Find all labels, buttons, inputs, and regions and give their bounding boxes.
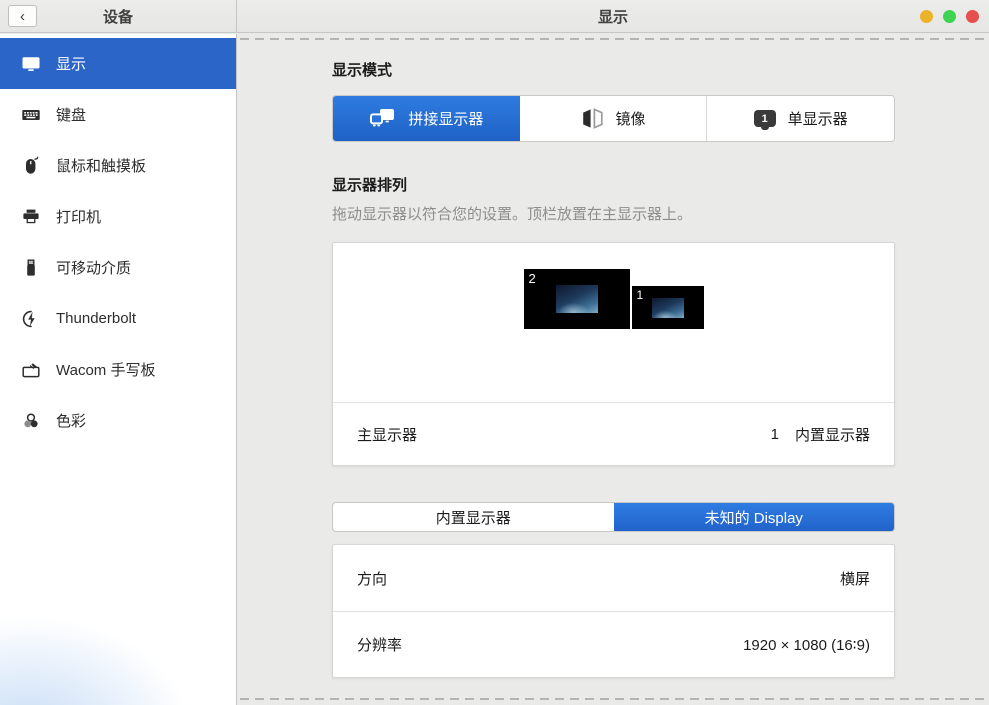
tab-label: 内置显示器: [436, 507, 511, 528]
monitor-selector-tabs: 内置显示器 未知的 Display: [332, 502, 895, 532]
mode-mirror-button[interactable]: 镜像: [520, 96, 707, 141]
arrangement-hint: 拖动显示器以符合您的设置。顶栏放置在主显示器上。: [332, 207, 895, 223]
mirror-icon: [581, 108, 604, 129]
back-button[interactable]: ‹: [8, 5, 37, 27]
resolution-row[interactable]: 分辨率 1920 × 1080 (16∶9): [333, 611, 894, 677]
mode-single-display-button[interactable]: 1 单显示器: [706, 96, 894, 141]
tab-unknown-display[interactable]: 未知的 Display: [614, 503, 895, 531]
display-panel: 显示模式 拼接显示器 镜像 1: [238, 34, 989, 705]
mode-option-label: 单显示器: [788, 108, 848, 129]
mouse-icon: [21, 156, 41, 176]
single-display-number: 1: [762, 113, 768, 125]
thunderbolt-icon: [21, 309, 41, 329]
color-icon: [21, 411, 41, 431]
display-icon: [21, 54, 41, 74]
tab-label: 未知的 Display: [705, 507, 803, 528]
sidebar-item-label: 鼠标和触摸板: [56, 155, 146, 176]
display-mode-heading: 显示模式: [332, 63, 895, 79]
sidebar-item-mouse-touchpad[interactable]: 鼠标和触摸板: [0, 140, 236, 191]
arrangement-heading: 显示器排列: [332, 178, 895, 194]
primary-display-label: 主显示器: [357, 424, 417, 445]
sidebar-item-label: Wacom 手写板: [56, 359, 155, 380]
display-thumbnail-1[interactable]: 1: [632, 286, 704, 329]
wallpaper-preview: [652, 298, 684, 318]
sidebar-item-display[interactable]: 显示: [0, 38, 236, 89]
display-number-label: 2: [529, 271, 536, 286]
devices-title: 设备: [103, 6, 133, 27]
sidebar-item-keyboard[interactable]: 键盘: [0, 89, 236, 140]
sidebar-item-label: 键盘: [56, 104, 86, 125]
sidebar-item-label: 显示: [56, 53, 86, 74]
sidebar-item-label: 打印机: [56, 206, 101, 227]
maximize-button[interactable]: [943, 10, 956, 23]
removable-media-icon: [21, 258, 41, 278]
primary-display-number: 1: [771, 426, 779, 443]
page-title: 显示: [598, 6, 628, 27]
arrangement-card: 2 1 主显示器 1 内置显示器: [332, 242, 895, 466]
orientation-row[interactable]: 方向 横屏: [333, 545, 894, 611]
sidebar-item-printers[interactable]: 打印机: [0, 191, 236, 242]
orientation-label: 方向: [357, 568, 387, 589]
keyboard-icon: [21, 105, 41, 125]
display-mode-control: 拼接显示器 镜像 1 单显示器: [332, 95, 895, 142]
header-bar: ‹ 设备 显示: [0, 0, 989, 33]
display-thumbnails: 2 1: [333, 269, 894, 329]
sidebar-item-label: 色彩: [56, 410, 86, 431]
wallpaper-preview: [556, 285, 598, 313]
primary-display-name: 内置显示器: [795, 424, 870, 445]
sidebar-item-color[interactable]: 色彩: [0, 395, 236, 446]
mode-join-displays-button[interactable]: 拼接显示器: [333, 96, 520, 141]
orientation-value: 横屏: [840, 568, 870, 589]
tab-builtin-display[interactable]: 内置显示器: [333, 503, 614, 531]
join-displays-icon: [369, 108, 396, 130]
content-header: 显示: [237, 0, 989, 32]
mode-option-label: 拼接显示器: [408, 108, 483, 129]
wacom-tablet-icon: [21, 360, 41, 380]
sidebar-item-label: Thunderbolt: [56, 310, 136, 327]
sidebar: 显示 键盘 鼠标和触摸板 打印机 可移动介质: [0, 34, 237, 705]
primary-display-row[interactable]: 主显示器 1 内置显示器: [333, 402, 894, 465]
sidebar-item-wacom-tablet[interactable]: Wacom 手写板: [0, 344, 236, 395]
single-display-icon: 1: [754, 110, 776, 127]
resolution-value: 1920 × 1080 (16∶9): [743, 636, 870, 654]
resolution-label: 分辨率: [357, 634, 402, 655]
sidebar-item-removable-media[interactable]: 可移动介质: [0, 242, 236, 293]
arrangement-canvas[interactable]: 2 1: [333, 243, 894, 402]
close-button[interactable]: [966, 10, 979, 23]
back-chevron-icon: ‹: [20, 9, 25, 24]
sidebar-item-thunderbolt[interactable]: Thunderbolt: [0, 293, 236, 344]
display-number-label: 1: [637, 288, 644, 302]
primary-display-value: 1 内置显示器: [771, 424, 870, 445]
printer-icon: [21, 207, 41, 227]
monitor-settings-card: 方向 横屏 分辨率 1920 × 1080 (16∶9): [332, 544, 895, 678]
sidebar-header: ‹ 设备: [0, 0, 237, 32]
minimize-button[interactable]: [920, 10, 933, 23]
window-controls: [920, 0, 979, 33]
settings-window: ‹ 设备 显示 显示 键盘: [0, 0, 989, 705]
display-thumbnail-2[interactable]: 2: [524, 269, 630, 329]
mode-option-label: 镜像: [616, 108, 646, 129]
sidebar-item-label: 可移动介质: [56, 257, 131, 278]
